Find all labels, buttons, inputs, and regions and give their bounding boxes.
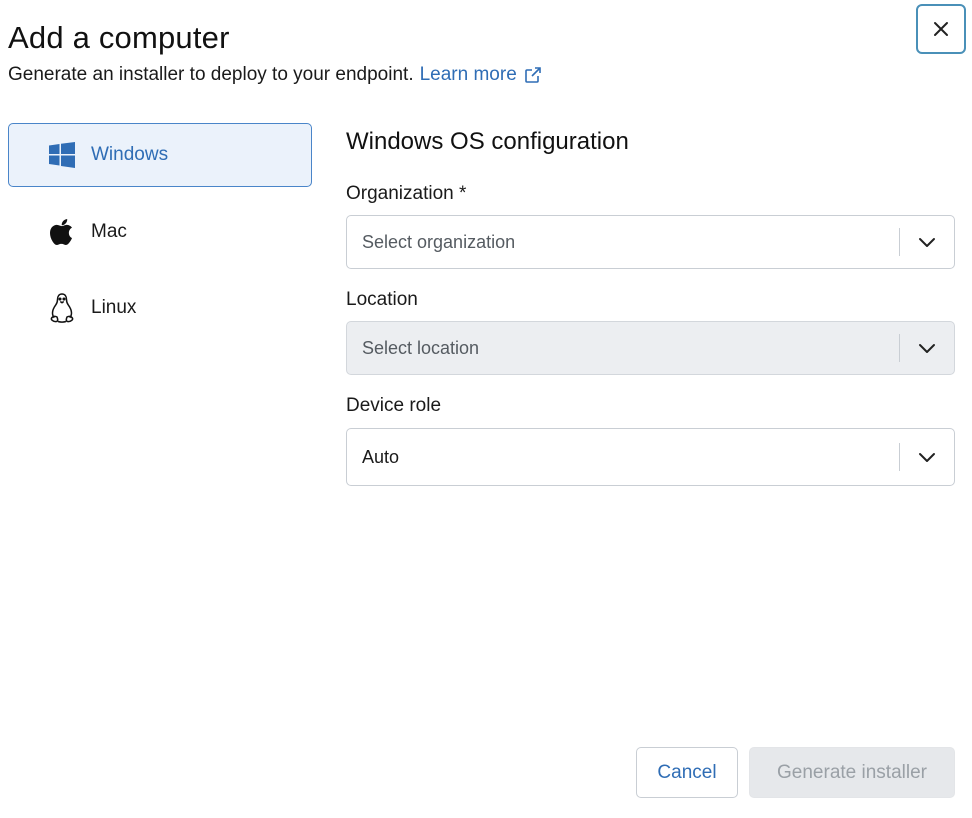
os-option-label: Mac bbox=[91, 221, 127, 242]
learn-more-label: Learn more bbox=[419, 64, 517, 85]
linux-icon bbox=[47, 293, 77, 323]
os-option-mac[interactable]: Mac bbox=[8, 200, 312, 264]
os-option-windows[interactable]: Windows bbox=[8, 123, 312, 187]
os-option-linux[interactable]: Linux bbox=[8, 276, 312, 340]
chevron-down-icon[interactable] bbox=[900, 236, 954, 248]
organization-select[interactable]: Select organization bbox=[346, 215, 955, 269]
device-role-select[interactable]: Auto bbox=[346, 428, 955, 486]
cancel-button[interactable]: Cancel bbox=[636, 747, 738, 798]
dialog-title: Add a computer bbox=[8, 20, 230, 55]
close-button[interactable] bbox=[916, 4, 966, 54]
location-select: Select location bbox=[346, 321, 955, 375]
subtitle-text: Generate an installer to deploy to your … bbox=[8, 64, 414, 85]
os-option-label: Windows bbox=[91, 144, 169, 165]
organization-placeholder: Select organization bbox=[362, 231, 516, 252]
generate-installer-button[interactable]: Generate installer bbox=[749, 747, 955, 798]
os-option-label: Linux bbox=[91, 297, 137, 318]
device-role-label: Device role bbox=[346, 395, 442, 416]
chevron-down-icon bbox=[900, 342, 954, 354]
dialog-subtitle: Generate an installer to deploy to your … bbox=[8, 64, 543, 86]
location-label: Location bbox=[346, 289, 418, 310]
add-computer-dialog: Add a computer Generate an installer to … bbox=[0, 0, 972, 818]
config-title: Windows OS configuration bbox=[346, 128, 629, 155]
windows-icon bbox=[47, 140, 77, 170]
close-icon bbox=[934, 22, 948, 36]
learn-more-link[interactable]: Learn more bbox=[420, 64, 543, 86]
external-link-icon bbox=[524, 67, 541, 83]
location-placeholder: Select location bbox=[362, 337, 480, 358]
apple-icon bbox=[47, 217, 77, 247]
chevron-down-icon[interactable] bbox=[900, 451, 954, 463]
device-role-value: Auto bbox=[362, 446, 400, 467]
organization-label: Organization * bbox=[346, 183, 467, 204]
